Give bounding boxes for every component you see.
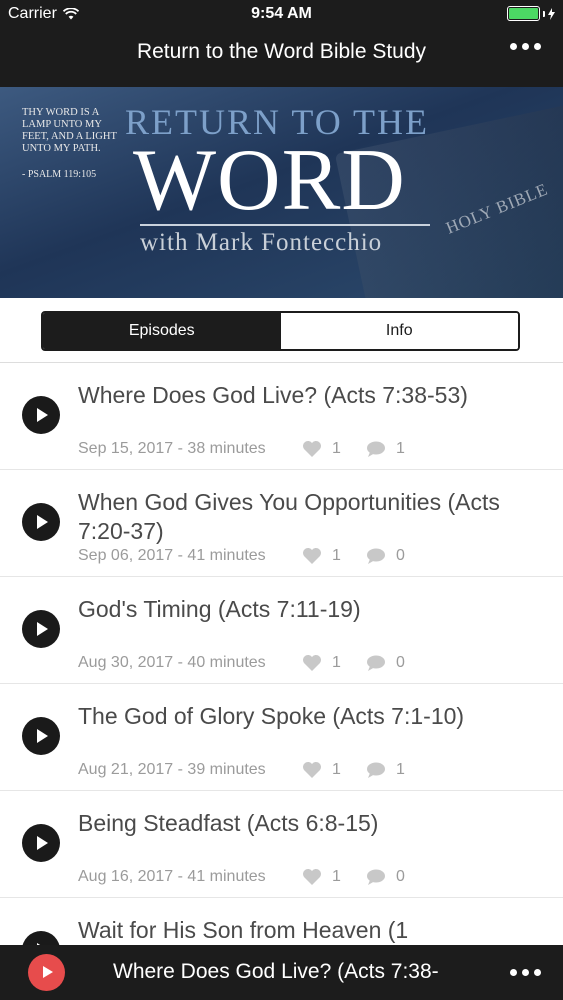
like-count: 1 [332, 654, 341, 671]
tab-episodes[interactable]: Episodes [43, 313, 281, 349]
episode-row[interactable]: When God Gives You Opportunities (Acts 7… [0, 470, 563, 577]
heart-icon [302, 761, 322, 779]
tab-info[interactable]: Info [280, 313, 518, 349]
comment-count: 1 [396, 761, 405, 778]
clock: 9:54 AM [251, 5, 312, 22]
likes: 1 [302, 868, 341, 886]
episode-title: Being Steadfast (Acts 6:8-15) [78, 810, 379, 836]
comments: 1 [366, 761, 405, 779]
more-dots-icon[interactable] [510, 43, 541, 50]
comments: 1 [366, 440, 405, 458]
episode-meta: Aug 21, 2017 - 39 minutes [78, 761, 266, 778]
episode-row[interactable]: The God of Glory Spoke (Acts 7:1-10) Aug… [0, 684, 563, 791]
likes: 1 [302, 761, 341, 779]
episode-title: The God of Glory Spoke (Acts 7:1-10) [78, 703, 465, 729]
episode-meta: Aug 16, 2017 - 41 minutes [78, 868, 266, 885]
comment-bubble-icon [366, 654, 386, 672]
episode-meta: Aug 30, 2017 - 40 minutes [78, 654, 266, 671]
play-icon[interactable] [22, 931, 60, 945]
comment-count: 0 [396, 654, 405, 671]
banner-verse: Thy word is a lamp unto my feet, and a l… [22, 107, 117, 180]
comment-bubble-icon [366, 440, 386, 458]
banner-title-line2: WORD [133, 132, 406, 229]
episode-title: God's Timing (Acts 7:11-19) [78, 596, 361, 622]
heart-icon [302, 440, 322, 458]
like-count: 1 [332, 440, 341, 457]
play-icon[interactable] [22, 717, 60, 755]
likes: 1 [302, 440, 341, 458]
play-icon[interactable] [22, 824, 60, 862]
episode-title: Where Does God Live? (Acts 7:38-53) [78, 382, 468, 408]
comment-count: 0 [396, 547, 405, 564]
top-bar: Carrier 9:54 AM Return to the Word Bible… [0, 0, 563, 87]
episode-title: When God Gives You Opportunities (Acts 7… [78, 489, 500, 544]
comment-count: 0 [396, 868, 405, 885]
heart-icon [302, 868, 322, 886]
episode-row[interactable]: Being Steadfast (Acts 6:8-15) Aug 16, 20… [0, 791, 563, 898]
episode-title: Wait for His Son from Heaven (1 [78, 917, 409, 943]
episode-row[interactable]: Where Does God Live? (Acts 7:38-53) Sep … [0, 363, 563, 470]
charging-bolt-icon [548, 7, 555, 20]
more-dots-icon[interactable] [510, 969, 541, 976]
podcast-banner: Thy word is a lamp unto my feet, and a l… [0, 87, 563, 298]
episode-row[interactable]: God's Timing (Acts 7:11-19) Aug 30, 2017… [0, 577, 563, 684]
comments: 0 [366, 547, 405, 565]
status-bar: Carrier 9:54 AM [0, 0, 563, 30]
comment-bubble-icon [366, 547, 386, 565]
likes: 1 [302, 654, 341, 672]
now-playing-title: Where Does God Live? (Acts 7:38- [113, 960, 439, 983]
play-icon[interactable] [22, 610, 60, 648]
comment-bubble-icon [366, 868, 386, 886]
now-playing-bar[interactable]: Where Does God Live? (Acts 7:38- [0, 945, 563, 1000]
segmented-control: Episodes Info [41, 311, 520, 351]
comment-count: 1 [396, 440, 405, 457]
play-icon[interactable] [22, 503, 60, 541]
episode-row[interactable]: Wait for His Son from Heaven (1 [0, 898, 563, 945]
episode-meta: Sep 06, 2017 - 41 minutes [78, 547, 266, 564]
play-icon[interactable] [22, 396, 60, 434]
banner-subtitle: with Mark Fontecchio [140, 229, 383, 256]
episode-meta: Sep 15, 2017 - 38 minutes [78, 440, 266, 457]
play-icon[interactable] [28, 954, 65, 991]
comments: 0 [366, 868, 405, 886]
comment-bubble-icon [366, 761, 386, 779]
comments: 0 [366, 654, 405, 672]
page-title: Return to the Word Bible Study [136, 40, 427, 63]
heart-icon [302, 654, 322, 672]
like-count: 1 [332, 761, 341, 778]
heart-icon [302, 547, 322, 565]
like-count: 1 [332, 868, 341, 885]
banner-rule [140, 224, 430, 226]
episode-list: Where Does God Live? (Acts 7:38-53) Sep … [0, 363, 563, 945]
like-count: 1 [332, 547, 341, 564]
battery-icon [507, 6, 555, 21]
likes: 1 [302, 547, 341, 565]
